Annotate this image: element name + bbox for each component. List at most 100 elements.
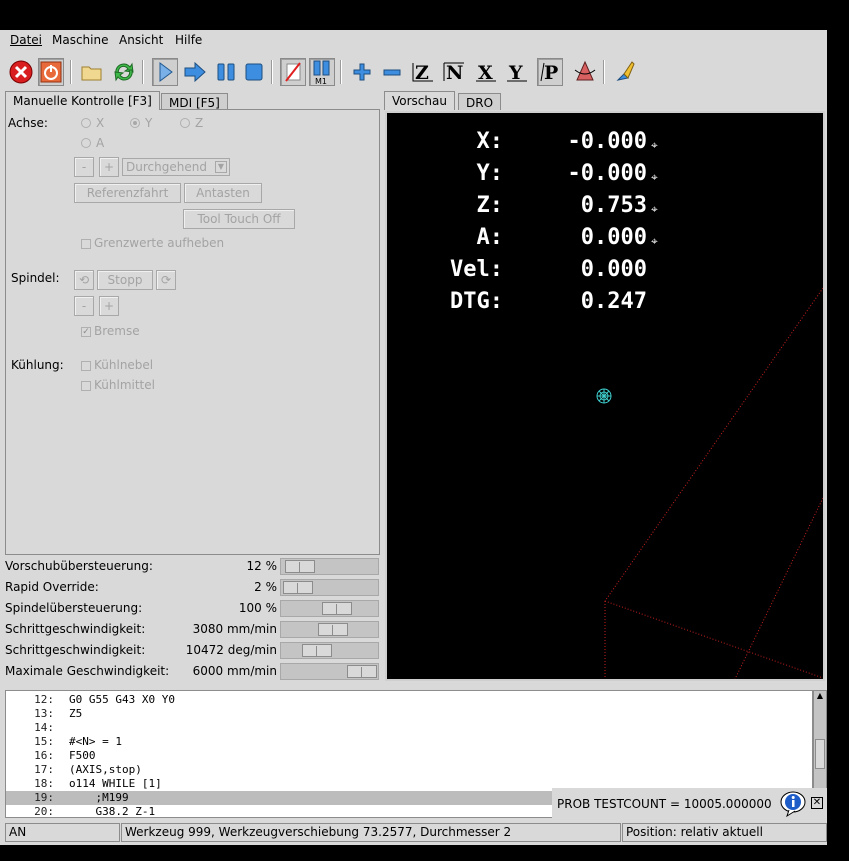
homed-icon: ⌖ [651,138,658,152]
spindle-cw-icon[interactable]: ⟳ [156,270,176,290]
scroll-thumb[interactable] [815,739,825,769]
menu-maschine[interactable]: Maschine [52,33,108,47]
svg-text:N: N [446,62,463,84]
axis-a-radio[interactable] [81,138,91,148]
step-icon[interactable] [182,58,208,86]
zoom-out-icon[interactable] [379,58,405,86]
tool-cone-icon [596,388,612,404]
jog-minus-button[interactable]: - [74,157,94,177]
max-velocity-slider-thumb[interactable] [347,665,377,678]
line-number: 18: [34,777,54,790]
angular-jog-speed-slider[interactable] [280,642,379,659]
jog-speed-label: Schrittgeschwindigkeit: [5,622,146,636]
touch-off-button[interactable]: Antasten [184,183,262,203]
line-text: #<N> = 1 [69,735,122,748]
chevron-down-icon: ▼ [215,161,227,173]
spindle-override-slider[interactable] [280,600,379,617]
max-velocity-slider[interactable] [280,663,379,680]
coolant-label: Kühlung: [11,358,64,372]
feed-override-slider[interactable] [280,558,379,575]
mist-checkbox[interactable] [81,361,91,371]
line-number: 19: [34,791,54,804]
axis-y-radio[interactable] [130,118,140,128]
brake-checkbox[interactable]: ✓ [81,327,91,337]
status-mode: AN [5,823,120,842]
jog-speed-slider[interactable] [280,621,379,638]
scroll-up-icon[interactable]: ▲ [815,691,825,703]
angular-jog-speed-slider-thumb[interactable] [302,644,332,657]
close-icon[interactable]: ✕ [811,797,823,809]
tool-touch-off-button[interactable]: Tool Touch Off [183,209,295,229]
angular-jog-speed-row: Schrittgeschwindigkeit: 10472 deg/min [5,640,380,660]
feed-override-row: Vorschubübersteuerung: 12 % [5,556,380,576]
notification: PROB TESTCOUNT = 10005.000000 ✕ [552,788,827,819]
line-text: (AXIS,stop) [69,763,142,776]
reload-icon[interactable] [111,58,137,86]
spindle-override-slider-thumb[interactable] [322,602,352,615]
dro-z-value: 0.753 [580,193,647,218]
view-x-icon[interactable]: X [473,58,499,86]
pause-icon[interactable] [213,58,239,86]
max-velocity-label: Maximale Geschwindigkeit: [5,664,170,678]
override-limits-checkbox[interactable] [81,239,91,249]
dro-dtg-value: 0.247 [580,289,647,314]
feed-override-slider-thumb[interactable] [285,560,315,573]
code-line[interactable]: 14: [6,721,812,735]
dro-vel-value: 0.000 [580,257,647,282]
line-text: o114 WHILE [1] [69,777,162,790]
axis-x-radio[interactable] [81,118,91,128]
flood-checkbox[interactable] [81,381,91,391]
stop-icon[interactable] [241,58,267,86]
manual-control-panel: Achse: X Y Z A - + Durchgehend ▼ Referenz… [5,109,380,555]
spindle-stop-button[interactable]: Stopp [97,270,153,290]
status-tool: Werkzeug 999, Werkzeugverschiebung 73.25… [121,823,621,842]
jog-mode-select[interactable]: Durchgehend ▼ [122,158,230,176]
line-number: 20: [34,805,54,818]
code-line[interactable]: 15: #<N> = 1 [6,735,812,749]
run-icon[interactable] [152,58,178,86]
line-text: Z5 [69,707,83,720]
machine-power-icon[interactable] [38,58,64,86]
rapid-override-slider-thumb[interactable] [283,581,313,594]
preview-canvas[interactable]: X: -0.000 ⌖ Y: -0.000 ⌖ Z: 0.753 ⌖ A: 0.000 ⌖ Vel: 0.… [385,111,825,681]
home-button[interactable]: Referenzfahrt [74,183,181,203]
jog-speed-slider-thumb[interactable] [318,623,348,636]
tab-preview[interactable]: Vorschau [384,91,455,110]
axis-z-radio[interactable] [180,118,190,128]
spindle-label: Spindel: [11,271,60,285]
view-p-icon[interactable]: P [537,58,563,86]
menu-hilfe[interactable]: Hilfe [175,33,202,47]
block-delete-icon[interactable] [280,58,306,86]
menu-ansicht[interactable]: Ansicht [119,33,163,47]
code-line[interactable]: 13: Z5 [6,707,812,721]
optional-stop-icon[interactable]: M1 [309,58,335,86]
rapid-override-row: Rapid Override: 2 % [5,577,380,597]
spindle-minus-button[interactable]: - [74,296,94,316]
rotate-view-icon[interactable] [572,58,598,86]
code-line[interactable]: 17: (AXIS,stop) [6,763,812,777]
rapid-override-slider[interactable] [280,579,379,596]
open-file-icon[interactable] [79,58,105,86]
view-z-icon[interactable]: Z [410,58,436,86]
spindle-plus-button[interactable]: + [99,296,119,316]
code-line[interactable]: 16: F500 [6,749,812,763]
menu-datei[interactable]: Datei [10,33,42,47]
zoom-in-icon[interactable] [349,58,375,86]
axis-label: Achse: [8,116,48,130]
gcode-scrollbar[interactable]: ▲ [813,690,827,802]
line-text: ;M199 [69,791,129,804]
dro-vel-label: Vel: [450,257,503,282]
view-y-icon[interactable]: Y [504,58,530,86]
tab-manual-control[interactable]: Manuelle Kontrolle [F3] [5,91,160,110]
spindle-override-row: Spindelübersteuerung: 100 % [5,598,380,618]
menu-bar: Datei Maschine Ansicht Hilfe [0,30,827,52]
code-line[interactable]: 12: G0 G55 G43 X0 Y0 [6,693,812,707]
estop-icon[interactable] [8,58,34,86]
tab-dro[interactable]: DRO [458,93,502,110]
tab-mdi[interactable]: MDI [F5] [161,93,228,110]
line-number: 16: [34,749,54,762]
clear-plot-icon[interactable] [613,58,639,86]
view-z2-icon[interactable]: N [441,58,467,86]
spindle-ccw-icon[interactable]: ⟲ [74,270,94,290]
jog-plus-button[interactable]: + [99,157,119,177]
